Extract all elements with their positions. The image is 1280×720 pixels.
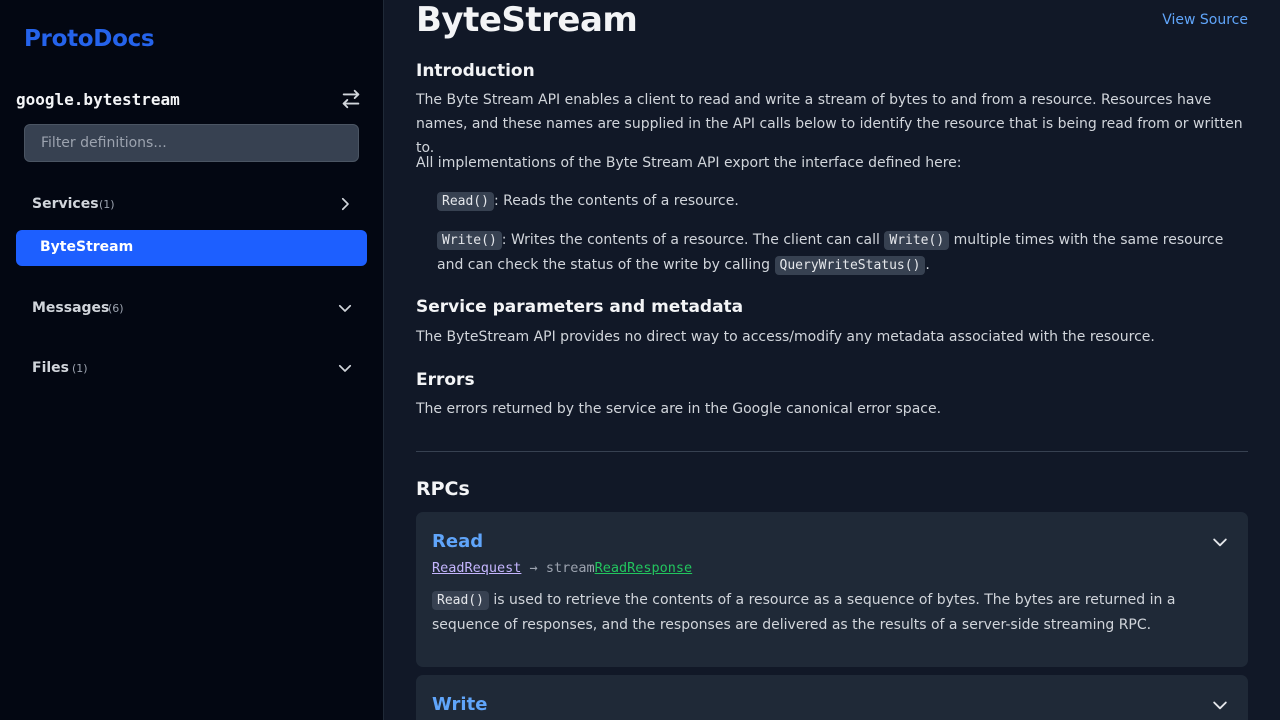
rpc-name-write[interactable]: Write <box>432 694 487 715</box>
interface-intro-paragraph: All implementations of the Byte Stream A… <box>416 155 962 171</box>
arrow-right-icon: → <box>529 560 538 576</box>
request-type-link[interactable]: ReadRequest <box>432 560 521 576</box>
main-content: ByteStream View Source Introduction The … <box>416 0 1248 720</box>
chevron-down-icon[interactable] <box>1210 695 1230 715</box>
rpc-name-read[interactable]: Read <box>432 531 483 552</box>
list-item-text: : Reads the contents of a resource. <box>493 193 739 209</box>
services-count: (1) <box>99 198 115 211</box>
service-parameters-heading: Service parameters and metadata <box>416 297 744 317</box>
response-type-link[interactable]: ReadResponse <box>595 560 693 576</box>
sidebar-item-label: ByteStream <box>40 239 134 255</box>
view-source-link[interactable]: View Source <box>1162 12 1248 28</box>
services-section-toggle[interactable]: Services (1) <box>16 186 368 222</box>
list-item-text: : Writes the contents of a resource. The… <box>501 232 885 248</box>
service-parameters-paragraph: The ByteStream API provides no direct wa… <box>416 329 1155 345</box>
files-count: (1) <box>72 362 88 375</box>
rpc-card-read: Read ReadRequest → streamReadResponse Re… <box>416 512 1248 667</box>
errors-heading: Errors <box>416 370 475 390</box>
package-header: google.bytestream <box>16 86 368 114</box>
files-section-toggle[interactable]: Files (1) <box>16 350 368 386</box>
errors-paragraph: The errors returned by the service are i… <box>416 401 942 417</box>
sidebar: ProtoDocs google.bytestream Services (1)… <box>0 0 384 720</box>
sidebar-item-bytestream[interactable]: ByteStream <box>16 230 367 266</box>
chevron-down-icon <box>338 304 352 312</box>
messages-section-toggle[interactable]: Messages (6) <box>16 290 368 326</box>
list-item-write: Write(): Writes the contents of a resour… <box>437 228 1248 278</box>
stream-keyword: stream <box>545 560 595 576</box>
introduction-paragraph: The Byte Stream API enables a client to … <box>416 92 1243 156</box>
filter-definitions-input[interactable] <box>24 124 359 162</box>
messages-count: (6) <box>108 302 124 315</box>
services-label: Services <box>32 196 99 212</box>
inline-code: Write() <box>884 231 950 250</box>
rpc-card-write: Write <box>416 675 1248 720</box>
list-item-text: . <box>925 257 930 273</box>
rpc-description-text: is used to retrieve the contents of a re… <box>432 592 1176 633</box>
package-name: google.bytestream <box>16 90 180 109</box>
inline-code: Read() <box>432 591 489 610</box>
messages-label: Messages <box>32 300 110 316</box>
inline-code: QueryWriteStatus() <box>774 256 926 275</box>
page-title: ByteStream <box>416 0 638 40</box>
files-label: Files <box>32 360 69 376</box>
swap-arrows-icon[interactable] <box>340 88 362 110</box>
app-logo[interactable]: ProtoDocs <box>24 26 155 52</box>
inline-code: Read() <box>437 192 494 211</box>
divider <box>416 451 1248 452</box>
rpc-description: Read() is used to retrieve the contents … <box>432 588 1232 638</box>
list-item-read: Read(): Reads the contents of a resource… <box>437 189 1248 214</box>
inline-code: Write() <box>437 231 502 250</box>
chevron-down-icon <box>338 364 352 372</box>
rpc-signature: ReadRequest → streamReadResponse <box>432 560 692 576</box>
rpcs-heading: RPCs <box>416 478 470 500</box>
chevron-down-icon[interactable] <box>1210 532 1230 552</box>
chevron-right-icon <box>341 197 349 211</box>
introduction-heading: Introduction <box>416 61 535 81</box>
